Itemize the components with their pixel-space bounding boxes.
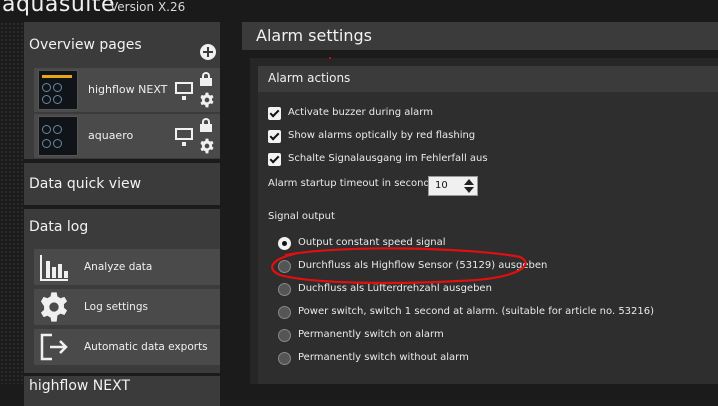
radio-button[interactable] bbox=[278, 329, 291, 342]
signal-output-label: Signal output bbox=[268, 211, 335, 222]
highflow-next-panel[interactable]: highflow NEXT bbox=[24, 376, 220, 406]
checkbox[interactable] bbox=[268, 153, 281, 166]
log-item-label: Automatic data exports bbox=[84, 341, 208, 353]
app-version: Version X.26 bbox=[110, 0, 186, 14]
gear-icon bbox=[40, 292, 68, 322]
highflow-next-title: highflow NEXT bbox=[29, 378, 131, 394]
timeout-spinner[interactable]: 10 bbox=[428, 176, 478, 196]
content-area: Alarm actions Activate buzzer during ala… bbox=[250, 58, 718, 384]
radio-button[interactable] bbox=[278, 237, 291, 250]
alarm-actions-title: Alarm actions bbox=[268, 71, 351, 85]
app-logo: aquasuite bbox=[2, 0, 116, 17]
overview-pages-title: Overview pages bbox=[29, 37, 142, 53]
top-bar: aquasuite Version X.26 bbox=[0, 0, 718, 22]
checkbox-label: Activate buzzer during alarm bbox=[288, 107, 433, 118]
export-icon bbox=[40, 333, 68, 361]
radio-button[interactable] bbox=[278, 306, 291, 319]
checkbox[interactable] bbox=[268, 130, 281, 143]
alarm-actions-header: Alarm actions bbox=[258, 66, 718, 92]
data-log-title: Data log bbox=[29, 219, 89, 235]
checkbox-label: Schalte Signalausgang im Fehlerfall aus bbox=[288, 153, 488, 164]
title-bar: Alarm settings bbox=[242, 22, 718, 50]
log-item-log-settings[interactable]: Log settings bbox=[34, 289, 220, 325]
lock-icon[interactable] bbox=[200, 118, 212, 132]
timeout-label: Alarm startup timeout in seconds. bbox=[268, 178, 439, 189]
radio-label: Output constant speed signal bbox=[298, 237, 446, 248]
spin-down-icon[interactable] bbox=[464, 187, 474, 193]
timeout-value[interactable]: 10 bbox=[435, 180, 448, 191]
plus-circle-icon[interactable] bbox=[200, 44, 216, 60]
lock-icon[interactable] bbox=[200, 72, 212, 86]
dotted-margin bbox=[0, 22, 24, 384]
log-item-label: Analyze data bbox=[84, 261, 153, 273]
device-label: aquaero bbox=[88, 129, 134, 142]
device-row-aquaero[interactable]: aquaero bbox=[34, 114, 220, 158]
radio-label: Durchfluss als Highflow Sensor (53129) a… bbox=[298, 260, 548, 271]
gear-icon[interactable] bbox=[199, 92, 215, 108]
main-area: Alarm settings Alarm actions Activate bu… bbox=[242, 22, 718, 384]
gear-icon[interactable] bbox=[199, 138, 215, 154]
sidebar: Overview pages highflow NEXT aquaero Dat… bbox=[24, 22, 222, 406]
radio-label: Permanently switch on alarm bbox=[298, 329, 444, 340]
log-item-label: Log settings bbox=[84, 301, 148, 313]
data-log-panel: Data log Analyze data Log settings Autom… bbox=[24, 209, 220, 373]
device-thumbnail bbox=[38, 116, 78, 156]
monitor-icon[interactable] bbox=[175, 128, 193, 146]
data-quick-view-title: Data quick view bbox=[29, 176, 142, 192]
radio-label: Permanently switch without alarm bbox=[298, 352, 469, 363]
device-thumbnail bbox=[38, 70, 78, 110]
device-row-highflow-next[interactable]: highflow NEXT bbox=[34, 68, 220, 112]
overview-pages-panel: Overview pages highflow NEXT aquaero bbox=[24, 22, 220, 159]
radio-button[interactable] bbox=[278, 352, 291, 365]
radio-button[interactable] bbox=[278, 260, 291, 273]
spin-up-icon[interactable] bbox=[464, 179, 474, 185]
radio-label: Power switch, switch 1 second at alarm. … bbox=[298, 306, 655, 317]
bar-chart-icon bbox=[40, 255, 68, 281]
radio-label: Duchfluss als Lüfterdrehzahl ausgeben bbox=[298, 283, 492, 294]
red-mark bbox=[329, 57, 331, 59]
checkbox[interactable] bbox=[268, 107, 281, 120]
page-title: Alarm settings bbox=[256, 26, 372, 45]
radio-button[interactable] bbox=[278, 283, 291, 296]
data-quick-view-panel[interactable]: Data quick view bbox=[24, 163, 220, 205]
device-label: highflow NEXT bbox=[88, 83, 168, 96]
log-item-analyze-data[interactable]: Analyze data bbox=[34, 249, 220, 285]
checkbox-label: Show alarms optically by red flashing bbox=[288, 130, 476, 141]
log-item-automatic-data-exports[interactable]: Automatic data exports bbox=[34, 329, 220, 365]
alarm-actions-form: Activate buzzer during alarm Show alarms… bbox=[258, 92, 718, 384]
monitor-icon[interactable] bbox=[175, 82, 193, 100]
